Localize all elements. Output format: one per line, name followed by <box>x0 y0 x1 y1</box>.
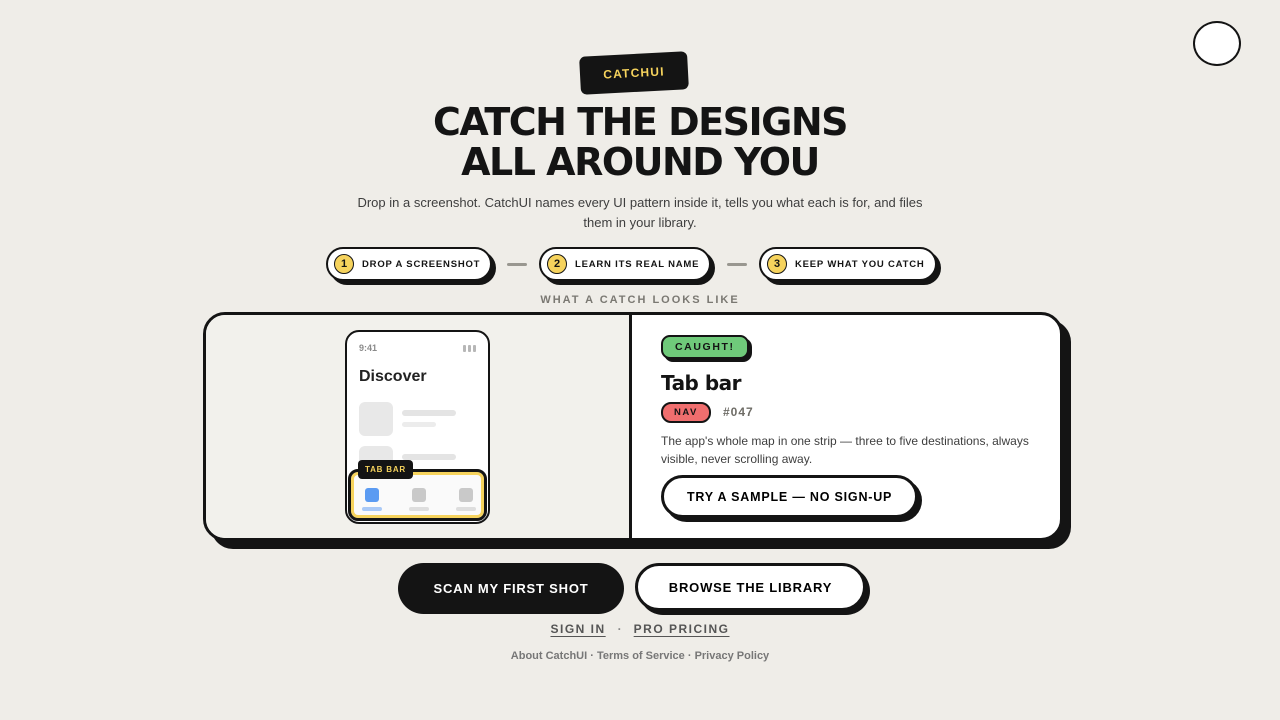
signal-bars-icon <box>463 345 476 352</box>
step-learn-name: 2 LEARN ITS REAL NAME <box>539 247 712 281</box>
brand-logo: CATCHUI <box>579 51 689 95</box>
phone-mockup: 9:41 Discover <box>345 330 490 524</box>
page-headline: CATCH THE DESIGNS ALL AROUND YOU <box>0 102 1280 182</box>
headline-line-2: ALL AROUND YOU <box>461 140 820 184</box>
list-item-line <box>402 410 456 416</box>
tab-icon <box>459 488 473 502</box>
link-separator: · <box>617 622 622 636</box>
step-drop-screenshot: 1 DROP A SCREENSHOT <box>326 247 493 281</box>
list-item-line <box>402 422 436 427</box>
pro-pricing-link[interactable]: PRO PRICING <box>634 622 730 636</box>
demo-result-panel: CAUGHT! Tab bar NAV #047 The app's whole… <box>635 315 1060 538</box>
demo-section-label: WHAT A CATCH LOOKS LIKE <box>540 294 740 306</box>
scan-first-shot-button[interactable]: SCAN MY FIRST SHOT <box>398 563 624 614</box>
list-item-line <box>402 454 456 460</box>
demo-preview-panel: 9:41 Discover TAB BAR <box>206 315 632 538</box>
browse-library-button[interactable]: BROWSE THE LIBRARY <box>635 563 866 611</box>
list-item-thumbnail <box>359 402 393 436</box>
step-label: KEEP WHAT YOU CATCH <box>795 258 925 270</box>
caught-badge: CAUGHT! <box>661 335 749 359</box>
tab-icon <box>412 488 426 502</box>
pattern-description: The app's whole map in one strip — three… <box>661 434 1029 466</box>
tab-indicator <box>456 507 476 511</box>
headline-line-1: CATCH THE DESIGNS <box>433 100 848 144</box>
phone-screen-title: Discover <box>359 368 427 385</box>
tab-icon <box>365 488 379 502</box>
step-connector <box>727 263 747 266</box>
try-sample-button[interactable]: TRY A SAMPLE — NO SIGN-UP <box>661 475 919 518</box>
footer-links[interactable]: About CatchUI · Terms of Service · Priva… <box>0 650 1280 662</box>
menu-button[interactable] <box>1193 21 1241 66</box>
step-label: DROP A SCREENSHOT <box>362 258 481 270</box>
step-number: 1 <box>334 254 354 274</box>
tab-bar-tag: TAB BAR <box>358 460 414 479</box>
step-label: LEARN ITS REAL NAME <box>575 258 700 270</box>
pattern-number: #047 <box>723 405 754 419</box>
category-badge: NAV <box>661 402 711 423</box>
step-number: 3 <box>767 254 787 274</box>
pattern-name: Tab bar <box>661 371 742 395</box>
step-number: 2 <box>547 254 567 274</box>
step-keep-catch: 3 KEEP WHAT YOU CATCH <box>759 247 937 281</box>
sign-in-link[interactable]: SIGN IN <box>550 622 605 636</box>
hero-subtitle: Drop in a screenshot. CatchUI names ever… <box>357 195 923 230</box>
tab-indicator <box>362 507 382 511</box>
demo-card: 9:41 Discover TAB BAR CAUGHT! Tab bar NA… <box>203 312 1063 541</box>
auth-links: SIGN IN · PRO PRICING <box>0 622 1280 636</box>
phone-time: 9:41 <box>359 343 378 353</box>
step-connector <box>507 263 527 266</box>
tab-indicator <box>409 507 429 511</box>
